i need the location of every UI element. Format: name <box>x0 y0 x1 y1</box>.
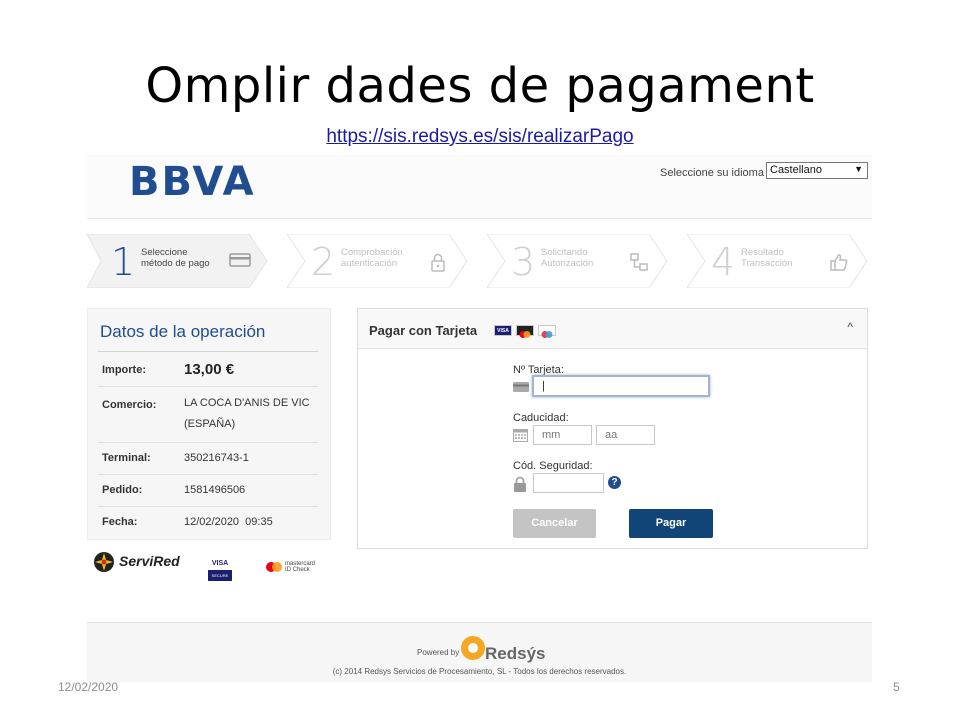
step-label: Seleccione método de pago <box>141 247 210 269</box>
pedido-value: 1581496506 <box>184 484 246 496</box>
row-importe: Importe: 13,00 € <box>98 353 318 387</box>
language-select[interactable]: Castellano ▼ <box>766 162 868 179</box>
page-footer: Powered by Redsýs (c) 2014 Redsys Servic… <box>87 622 872 682</box>
visa-secure-logo: VISA SECURE <box>208 560 232 582</box>
expiry-label: Caducidad: <box>513 412 569 424</box>
progress-steps: 1 Seleccione método de pago 2 Comprobació… <box>87 234 872 290</box>
terminal-label: Terminal: <box>102 452 151 464</box>
redsys-brand: Redsýs <box>485 644 546 663</box>
collapse-chevron-icon[interactable]: ^ <box>847 320 853 334</box>
powered-by-text: Powered by <box>417 648 460 657</box>
importe-value: 13,00 € <box>184 361 235 378</box>
bbva-logo: BBVA <box>129 159 256 205</box>
step-number: 1 <box>111 240 136 284</box>
step-4: 4 Resultado Transacción <box>687 234 869 288</box>
card-icon <box>513 382 529 392</box>
help-icon[interactable]: ? <box>608 476 621 489</box>
card-icon <box>229 253 251 267</box>
step-1: 1 Seleccione método de pago <box>87 234 269 288</box>
row-terminal: Terminal: 350216743-1 <box>98 443 318 475</box>
cancel-button[interactable]: Cancelar <box>513 509 596 538</box>
thumbs-up-icon <box>830 254 848 271</box>
operation-details-panel: Datos de la operación Importe: 13,00 € C… <box>87 308 331 540</box>
step-2: 2 Comprobación autenticación <box>287 234 469 288</box>
pay-with-card-panel: Pagar con Tarjeta VISA ^ Nº Tarjeta: | C… <box>357 308 868 549</box>
security-code-label: Cód. Seguridad: <box>513 460 593 472</box>
slide-title: Omplir dades de pagament <box>145 58 815 114</box>
maestro-card-icon <box>538 325 556 338</box>
mastercard-card-icon <box>516 325 534 338</box>
servired-text: ServiRed <box>119 553 180 569</box>
redsys-logo-icon <box>461 636 485 660</box>
step-number: 2 <box>311 240 336 284</box>
pay-button[interactable]: Pagar <box>629 509 713 538</box>
fecha-label: Fecha: <box>102 516 138 528</box>
mastercard-circles-icon <box>266 562 282 572</box>
comercio-value-country: (ESPAÑA) <box>184 418 236 430</box>
slide-page-number: 5 <box>893 680 900 694</box>
pay-panel-header[interactable]: Pagar con Tarjeta VISA ^ <box>358 309 867 349</box>
page-header: BBVA Seleccione su idioma Castellano ▼ <box>87 155 872 219</box>
divider <box>98 351 318 352</box>
step-label: Comprobación autenticación <box>341 247 403 269</box>
fecha-value: 12/02/2020 09:35 <box>184 516 273 528</box>
lock-icon <box>514 476 526 492</box>
copyright-text: (c) 2014 Redsys Servicios de Procesamien… <box>332 667 627 676</box>
lock-icon <box>431 253 445 272</box>
language-label: Seleccione su idioma <box>660 167 764 179</box>
row-comercio: Comercio: LA COCA D'ANIS DE VIC (ESPAÑA) <box>98 387 318 443</box>
visa-card-icon: VISA <box>494 325 512 336</box>
mastercard-text: mastercard ID Check <box>285 561 316 573</box>
chevron-down-icon: ▼ <box>854 164 863 174</box>
terminal-value: 350216743-1 <box>184 452 249 464</box>
step-number: 3 <box>511 240 536 284</box>
mastercard-id-check-logo: mastercard ID Check <box>265 560 315 578</box>
visa-secure-band: SECURE <box>208 570 232 581</box>
expiry-month-input[interactable]: mm <box>533 425 592 445</box>
servired-icon <box>94 552 114 572</box>
comercio-label: Comercio: <box>102 399 157 411</box>
step-3: 3 Solicitando Autorización <box>487 234 669 288</box>
network-icon <box>630 253 648 271</box>
operation-title: Datos de la operación <box>100 322 266 341</box>
pedido-label: Pedido: <box>102 484 143 496</box>
payment-page-screenshot: BBVA Seleccione su idioma Castellano ▼ 1… <box>87 155 872 682</box>
calendar-icon <box>513 429 528 442</box>
step-number: 4 <box>711 240 736 284</box>
expiry-year-input[interactable]: aa <box>596 425 655 445</box>
language-selected-value: Castellano <box>770 164 822 176</box>
comercio-value: LA COCA D'ANIS DE VIC <box>184 397 310 409</box>
card-number-input[interactable]: | <box>532 375 710 397</box>
visa-secure-text: VISA <box>211 560 229 567</box>
step-label: Resultado Transacción <box>741 247 793 269</box>
importe-label: Importe: <box>102 364 146 376</box>
pay-panel-title: Pagar con Tarjeta <box>369 323 478 338</box>
slide-date: 12/02/2020 <box>58 680 119 694</box>
payment-url-link[interactable]: https://sis.redsys.es/sis/realizarPago <box>0 126 960 148</box>
security-code-input[interactable] <box>533 473 604 493</box>
step-label: Solicitando Autorización <box>541 247 594 269</box>
row-fecha: Fecha: 12/02/2020 09:35 <box>98 507 318 539</box>
row-pedido: Pedido: 1581496506 <box>98 475 318 507</box>
servired-logo: ServiRed <box>93 551 180 578</box>
